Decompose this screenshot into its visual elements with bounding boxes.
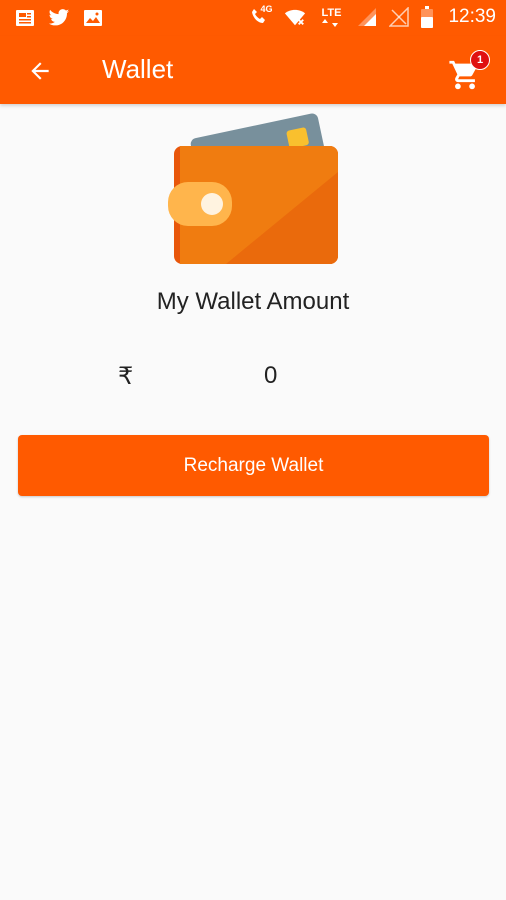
recharge-wallet-button[interactable]: Recharge Wallet <box>18 435 489 496</box>
status-bar-notifications <box>14 7 104 29</box>
status-clock: 12:39 <box>448 6 496 27</box>
image-icon <box>82 7 104 29</box>
app-toolbar: Wallet 1 <box>0 36 506 104</box>
network-type-label: 4G <box>260 4 273 14</box>
cart-count-badge: 1 <box>470 50 490 70</box>
signal-icon <box>356 6 378 28</box>
battery-icon <box>420 6 434 28</box>
page-title: Wallet <box>102 54 174 84</box>
currency-symbol: ₹ <box>118 363 134 390</box>
news-icon <box>14 7 36 29</box>
lte-label: LTE <box>321 6 342 19</box>
cart-button[interactable]: 1 <box>448 50 490 92</box>
status-bar: 4G LTE 12:39 <box>0 0 506 36</box>
lte-icon: LTE <box>316 6 346 28</box>
call-4g-icon: 4G <box>246 4 274 28</box>
wallet-amount-value: 0 <box>264 362 278 389</box>
back-button[interactable] <box>22 53 58 89</box>
arrow-left-icon <box>31 62 49 80</box>
wifi-icon <box>284 6 306 28</box>
signal-empty-icon <box>388 6 410 28</box>
status-bar-system: 4G LTE 12:39 <box>246 4 496 28</box>
wallet-illustration <box>166 102 342 270</box>
wallet-amount-label: My Wallet Amount <box>156 288 350 315</box>
twitter-icon <box>48 7 70 29</box>
